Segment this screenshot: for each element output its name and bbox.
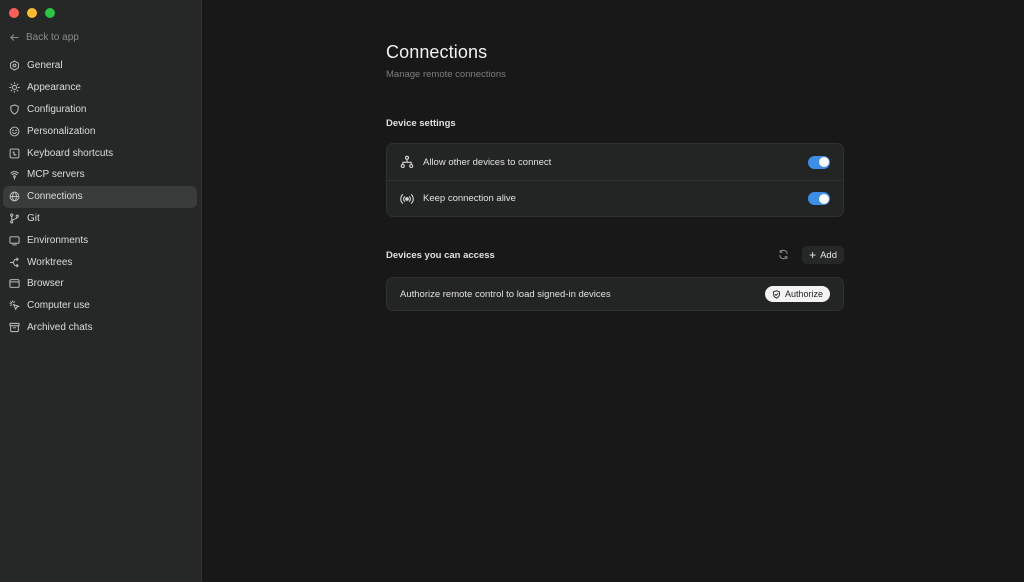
sidebar-item-label: Environments (27, 234, 89, 246)
keep-alive-toggle[interactable] (808, 192, 830, 205)
authorize-label: Authorize (784, 289, 823, 299)
cursor-icon (9, 300, 20, 311)
devices-card: Authorize remote control to load signed-… (386, 277, 844, 311)
device-settings-heading: Device settings (386, 118, 456, 129)
sidebar-item-label: Appearance (27, 82, 81, 94)
window-controls (9, 8, 55, 18)
sidebar-item-label: Keyboard shortcuts (27, 147, 114, 159)
gear-icon (9, 60, 20, 72)
sidebar-item-appearance[interactable]: Appearance (3, 77, 197, 99)
allow-devices-row: Allow other devices to connect (387, 144, 843, 180)
sidebar-item-mcp-servers[interactable]: MCP servers (3, 164, 197, 186)
sidebar-item-label: Personalization (27, 125, 96, 137)
sidebar-item-label: Worktrees (27, 256, 73, 268)
plus-icon: + (809, 248, 817, 262)
sidebar-item-label: Git (27, 212, 40, 224)
sidebar-item-label: Archived chats (27, 321, 93, 333)
add-device-button[interactable]: + Add (802, 246, 844, 264)
authorize-description: Authorize remote control to load signed-… (400, 288, 611, 300)
sidebar-item-label: Browser (27, 278, 64, 290)
refresh-icon[interactable] (778, 249, 790, 261)
close-window-button[interactable] (9, 8, 19, 18)
sidebar-item-archived-chats[interactable]: Archived chats (3, 317, 197, 339)
add-device-label: Add (820, 249, 837, 261)
shield-icon (9, 104, 20, 115)
back-to-app-label: Back to app (26, 32, 79, 43)
globe-icon (9, 191, 20, 202)
back-to-app-link[interactable]: Back to app (9, 32, 79, 43)
sidebar-item-general[interactable]: General (3, 55, 197, 77)
sidebar-item-label: Computer use (27, 300, 90, 312)
sidebar-item-label: General (27, 60, 63, 72)
archive-icon (9, 322, 20, 333)
connections-content: Connections Manage remote connections De… (386, 42, 844, 311)
sidebar-item-environments[interactable]: Environments (3, 229, 197, 251)
devices-heading: Devices you can access (386, 249, 495, 261)
sidebar-item-worktrees[interactable]: Worktrees (3, 251, 197, 273)
sidebar-item-personalization[interactable]: Personalization (3, 120, 197, 142)
network-icon (400, 155, 414, 169)
sidebar-item-connections[interactable]: Connections (3, 185, 197, 208)
maximize-window-button[interactable] (45, 8, 55, 18)
git-branch-icon (9, 213, 20, 224)
worktree-icon (9, 257, 20, 268)
main-panel: Connections Manage remote connections De… (202, 0, 1024, 582)
keyboard-icon (9, 148, 20, 159)
smile-icon (9, 126, 20, 137)
sidebar-item-label: Connections (27, 191, 83, 203)
devices-header: Devices you can access + Add (386, 245, 844, 265)
page-subtitle: Manage remote connections (386, 69, 506, 80)
browser-icon (9, 278, 20, 289)
sidebar-item-browser[interactable]: Browser (3, 273, 197, 295)
sun-icon (9, 82, 20, 93)
authorize-button[interactable]: Authorize (764, 286, 830, 302)
sidebar-item-label: Configuration (27, 103, 87, 115)
sidebar-item-configuration[interactable]: Configuration (3, 99, 197, 121)
sidebar-item-git[interactable]: Git (3, 208, 197, 230)
keep-alive-row: Keep connection alive (387, 180, 843, 216)
monitor-icon (9, 235, 20, 246)
minimize-window-button[interactable] (27, 8, 37, 18)
broadcast-icon (400, 192, 414, 206)
arrow-left-icon (10, 34, 19, 41)
sidebar-item-computer-use[interactable]: Computer use (3, 295, 197, 317)
allow-devices-toggle[interactable] (808, 155, 830, 169)
device-settings-card: Allow other devices to connect Keep conn… (386, 143, 844, 217)
sidebar: Back to app General Appearance Configura… (0, 0, 202, 582)
authorize-row: Authorize remote control to load signed-… (387, 278, 843, 310)
shield-check-icon (773, 289, 780, 299)
sidebar-item-keyboard-shortcuts[interactable]: Keyboard shortcuts (3, 142, 197, 164)
page-title: Connections (386, 42, 488, 62)
allow-devices-label: Allow other devices to connect (423, 156, 552, 168)
settings-nav: General Appearance Configuration Persona… (3, 55, 197, 338)
plug-icon (9, 169, 20, 181)
sidebar-item-label: MCP servers (27, 169, 85, 181)
settings-window: Back to app General Appearance Configura… (0, 0, 1024, 582)
keep-alive-label: Keep connection alive (423, 193, 516, 204)
